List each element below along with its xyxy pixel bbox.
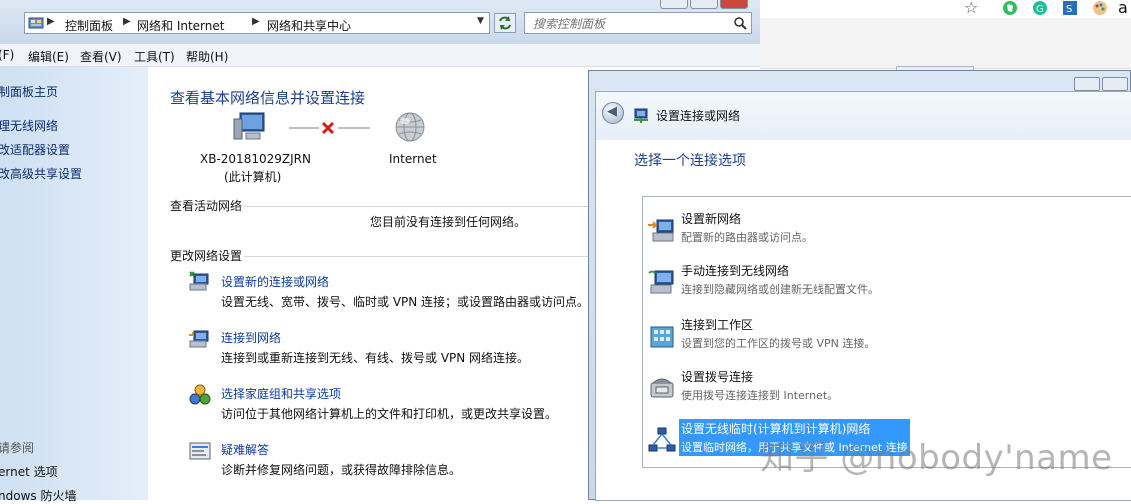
search-input[interactable] [531, 14, 725, 34]
sidebar-item-windows-firewall[interactable]: ndows 防火墙 [0, 487, 76, 504]
dropdown-arrow-icon[interactable]: ▼ [477, 16, 484, 26]
no-connection-text: 您目前没有连接到任何网络。 [370, 215, 527, 229]
option-desc: 配置新的路由器或访问点。 [681, 231, 813, 244]
this-computer-label: (此计算机) [224, 170, 282, 184]
sidebar-item-advanced-sharing[interactable]: 改高级共享设置 [0, 165, 82, 182]
connect-network-icon[interactable] [188, 327, 212, 351]
evernote-extension-icon[interactable] [1002, 0, 1018, 16]
new-connection-icon[interactable] [188, 270, 212, 294]
option-title: 手动连接到无线网络 [681, 264, 790, 278]
troubleshoot-icon[interactable] [188, 439, 212, 463]
menu-file[interactable]: (F) [0, 48, 14, 62]
connection-line [289, 127, 319, 129]
svg-text:G: G [1036, 4, 1044, 15]
sidebar-item-internet-options[interactable]: ernet 选项 [0, 463, 58, 480]
svg-text:S: S [1066, 4, 1072, 15]
disconnected-x-icon [321, 121, 335, 135]
globe-icon[interactable] [394, 111, 426, 143]
menu-view[interactable]: 查看(V) [80, 48, 122, 65]
task-homegroup-desc: 访问位于其他网络计算机上的文件和打印机，或更改共享设置。 [221, 407, 558, 421]
sidebar-item-adapter-settings[interactable]: 改适配器设置 [0, 141, 70, 158]
main-content: 查看基本网络信息并设置连接 XB-20181029ZJRN (此计算机) Int… [150, 67, 590, 500]
sidebar-item-manage-wireless[interactable]: 理无线网络 [0, 117, 58, 134]
address-toolbar: ▶ 控制面板 ▶ 网络和 Internet ▶ 网络和共享中心 ▼ [0, 0, 760, 45]
network-setup-icon [634, 108, 648, 123]
menu-edit[interactable]: 编辑(E) [28, 48, 69, 65]
option-title: 设置拨号连接 [681, 370, 754, 384]
option-text: 连接到工作区 设置到您的工作区的拨号或 VPN 连接。 [679, 315, 877, 352]
menu-tools[interactable]: 工具(T) [134, 48, 175, 65]
back-arrow-icon: ◀ [607, 104, 617, 119]
browser-toolbar: ☆ G S a [760, 0, 1131, 18]
task-homegroup-link[interactable]: 选择家庭组和共享选项 [221, 385, 341, 402]
address-bar[interactable]: ▶ 控制面板 ▶ 网络和 Internet ▶ 网络和共享中心 ▼ [24, 12, 490, 34]
breadcrumb-arrow-icon: ▶ [252, 16, 260, 27]
option-text: 设置拨号连接 使用拨号连接连接到 Internet。 [679, 367, 840, 404]
breadcrumb-network-internet[interactable]: 网络和 Internet [137, 17, 224, 34]
sidebar-item-control-panel-home[interactable]: 制面板主页 [0, 83, 58, 100]
computer-icon[interactable] [232, 111, 268, 143]
bookmark-star-icon[interactable]: ☆ [964, 0, 978, 17]
search-icon[interactable] [733, 16, 747, 30]
palette-extension-icon[interactable] [1092, 0, 1108, 16]
task-troubleshoot-desc: 诊断并修复网络问题，或获得故障排除信息。 [221, 463, 462, 477]
connection-line [338, 127, 370, 129]
phone-modem-icon [650, 378, 674, 398]
dialog-maximize-button[interactable] [1102, 77, 1128, 91]
option-workplace[interactable]: 连接到工作区 设置到您的工作区的拨号或 VPN 连接。 [645, 315, 1125, 361]
dialog-prompt: 选择一个连接选项 [634, 153, 746, 169]
see-also-heading: 请参阅 [0, 441, 35, 455]
task-setup-connection-link[interactable]: 设置新的连接或网络 [221, 273, 329, 290]
search-field[interactable] [524, 12, 752, 34]
option-dialup[interactable]: 设置拨号连接 使用拨号连接连接到 Internet。 [645, 367, 1125, 413]
active-networks-header: 查看活动网络 [170, 199, 243, 213]
browser-page-area [760, 18, 1131, 71]
internet-label: Internet [389, 152, 437, 166]
option-manual-wireless[interactable]: 手动连接到无线网络 连接到隐藏网络或创建新无线配置文件。 [645, 261, 1125, 307]
task-troubleshoot-link[interactable]: 疑难解答 [221, 441, 269, 458]
computer-name-label: XB-20181029ZJRN [200, 152, 311, 166]
breadcrumb-arrow-icon: ▶ [47, 16, 55, 27]
page-title: 查看基本网络信息并设置连接 [170, 89, 366, 107]
option-desc: 设置到您的工作区的拨号或 VPN 连接。 [681, 337, 876, 350]
task-connect-network-link[interactable]: 连接到网络 [221, 329, 281, 346]
option-text: 设置新网络 配置新的路由器或访问点。 [679, 209, 815, 246]
control-panel-icon [28, 17, 44, 29]
breadcrumb-network-sharing-center[interactable]: 网络和共享中心 [267, 17, 351, 34]
refresh-icon[interactable] [494, 13, 516, 33]
dialog-header: ◀ 设置连接或网络 [596, 92, 1131, 140]
sidebar: 制面板主页 理无线网络 改适配器设置 改高级共享设置 请参阅 ernet 选项 … [0, 67, 148, 503]
dialog-minimize-button[interactable] [1074, 77, 1100, 91]
s-extension-icon[interactable]: S [1062, 0, 1078, 16]
maximize-button[interactable] [690, 0, 718, 9]
option-title: 设置新网络 [681, 212, 742, 226]
back-button[interactable]: ◀ [602, 102, 624, 124]
task-connect-network-desc: 连接到或重新连接到无线、有线、拨号或 VPN 网络连接。 [221, 351, 530, 365]
grammarly-extension-icon[interactable]: G [1032, 0, 1048, 16]
option-title: 连接到工作区 [681, 318, 754, 332]
change-settings-header: 更改网络设置 [170, 249, 243, 263]
option-text: 手动连接到无线网络 连接到隐藏网络或创建新无线配置文件。 [679, 261, 881, 298]
router-setup-icon [648, 219, 674, 242]
task-setup-connection-desc: 设置无线、宽带、拨号、临时或 VPN 连接；或设置路由器或访问点。 [221, 295, 590, 309]
close-button[interactable] [720, 0, 748, 9]
wireless-computer-icon [648, 270, 674, 294]
dialog-title: 设置连接或网络 [656, 109, 741, 123]
breadcrumb-arrow-icon: ▶ [123, 16, 131, 27]
option-new-network[interactable]: 设置新网络 配置新的路由器或访问点。 [645, 209, 1125, 255]
workplace-building-icon [650, 326, 674, 348]
homegroup-icon[interactable] [188, 383, 212, 407]
menu-help[interactable]: 帮助(H) [186, 48, 228, 65]
section-divider [244, 256, 590, 257]
profile-letter[interactable]: a [1118, 0, 1128, 17]
connection-options-list: 设置新网络 配置新的路由器或访问点。 手动连接到无线网络 连接到隐藏网络或创建新… [642, 196, 1131, 468]
minimize-button[interactable] [660, 0, 688, 9]
section-divider [244, 206, 590, 207]
watermark-text: 知乎 @nobody'name [760, 438, 1113, 478]
option-desc: 连接到隐藏网络或创建新无线配置文件。 [681, 283, 879, 296]
breadcrumb-control-panel[interactable]: 控制面板 [65, 17, 113, 34]
adhoc-network-icon [648, 427, 676, 452]
option-desc: 使用拨号连接连接到 Internet。 [681, 389, 839, 402]
menu-bar: (F) 编辑(E) 查看(V) 工具(T) 帮助(H) [0, 44, 760, 67]
